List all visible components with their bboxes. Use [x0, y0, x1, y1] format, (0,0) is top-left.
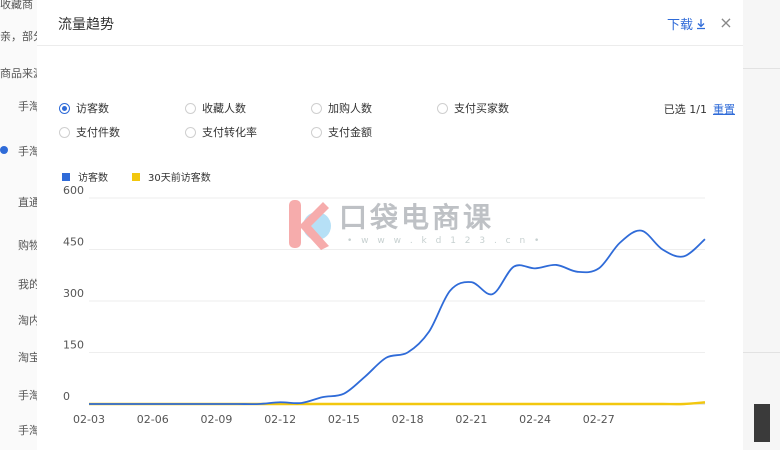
- download-button[interactable]: 下载: [667, 14, 707, 33]
- download-label: 下载: [666, 18, 693, 33]
- radio-icon[interactable]: [59, 102, 70, 114]
- background-block: [754, 404, 770, 442]
- x-tick-label: 02-27: [583, 413, 615, 426]
- radio-icon[interactable]: [311, 102, 322, 114]
- x-tick-label: 02-09: [200, 413, 232, 426]
- metric-option-favorites[interactable]: 收藏人数: [185, 100, 246, 116]
- metric-label: 访客数: [76, 102, 109, 115]
- selection-summary: 已选 1/1 重置: [664, 101, 735, 117]
- x-tick-label: 02-18: [392, 413, 424, 426]
- background-right-panel: [743, 0, 780, 450]
- dialog-header: 流量趋势 下载 ×: [37, 0, 743, 46]
- radio-icon[interactable]: [185, 126, 196, 138]
- bg-text: 商品来源: [0, 67, 40, 80]
- traffic-trend-dialog: 流量趋势 下载 × 访客数 收藏人数 加购人数 支付买家数 支付件数 支付转化率…: [37, 0, 743, 450]
- download-icon: [697, 18, 705, 29]
- metric-label: 支付转化率: [202, 126, 257, 139]
- dialog-title: 流量趋势: [58, 17, 114, 33]
- bg-text: 收藏商: [0, 0, 33, 11]
- reset-button[interactable]: 重置: [713, 101, 735, 117]
- radio-icon[interactable]: [185, 102, 196, 114]
- x-tick-label: 02-24: [519, 413, 551, 426]
- radio-icon[interactable]: [437, 102, 448, 114]
- divider: [743, 352, 780, 353]
- watermark-text: 口袋电商课: [339, 201, 495, 234]
- bg-text: 亲，部分: [0, 30, 40, 43]
- x-tick-label: 02-06: [137, 413, 169, 426]
- y-tick-label: 600: [63, 184, 84, 197]
- x-tick-label: 02-03: [73, 413, 105, 426]
- metric-option-paying-buyers[interactable]: 支付买家数: [437, 100, 509, 116]
- radio-icon[interactable]: [59, 126, 70, 138]
- y-tick-label: 450: [63, 236, 84, 249]
- metric-label: 支付件数: [76, 126, 120, 139]
- metric-option-paid-items[interactable]: 支付件数: [59, 124, 120, 140]
- selected-count: 已选 1/1: [663, 103, 707, 116]
- divider: [743, 68, 780, 69]
- watermark-logo-icon: [289, 200, 331, 250]
- background-page: 收藏商 亲，部分 商品来源 手淘 手淘 直通 购物 我的 淘内 淘宝 手淘 手淘: [0, 0, 40, 450]
- metric-label: 支付金额: [328, 126, 372, 139]
- y-tick-label: 0: [63, 390, 70, 403]
- close-button[interactable]: ×: [715, 12, 737, 34]
- metric-selector: 访客数 收藏人数 加购人数 支付买家数 支付件数 支付转化率 支付金额: [59, 96, 739, 146]
- y-tick-label: 150: [63, 339, 84, 352]
- x-tick-label: 02-12: [264, 413, 296, 426]
- x-tick-label: 02-15: [328, 413, 360, 426]
- metric-option-visitors[interactable]: 访客数: [59, 100, 109, 116]
- close-icon: ×: [719, 13, 733, 32]
- metric-option-payment-amount[interactable]: 支付金额: [311, 124, 372, 140]
- expand-icon[interactable]: [0, 146, 8, 154]
- radio-icon[interactable]: [311, 126, 322, 138]
- y-tick-label: 300: [63, 287, 84, 300]
- metric-label: 加购人数: [328, 102, 372, 115]
- metric-label: 收藏人数: [202, 102, 246, 115]
- metric-option-add-to-cart[interactable]: 加购人数: [311, 100, 372, 116]
- x-tick-label: 02-21: [455, 413, 487, 426]
- series-line: [89, 229, 706, 406]
- watermark: 口袋电商课 • w w w . k d 1 2 3 . c n •: [287, 196, 539, 256]
- watermark-url: • w w w . k d 1 2 3 . c n •: [347, 236, 543, 246]
- metric-option-conversion-rate[interactable]: 支付转化率: [185, 124, 257, 140]
- metric-label: 支付买家数: [454, 102, 509, 115]
